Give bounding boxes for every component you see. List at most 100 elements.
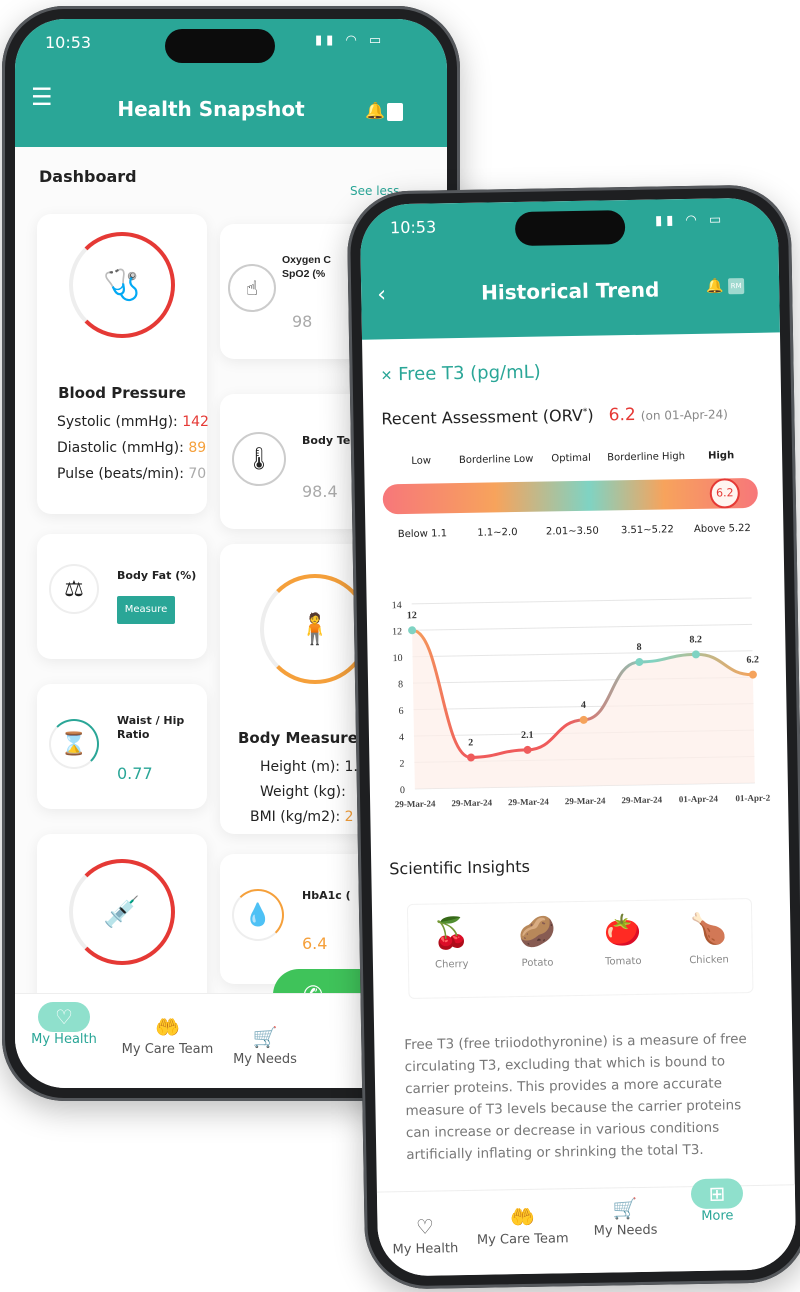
y-tick-label: 12 (392, 626, 402, 637)
test-title: ✕ Free T3 (pg/mL) (380, 361, 541, 386)
range-bar: 6.2 (382, 477, 759, 515)
heart-icon: ♡ (38, 1002, 90, 1032)
oxygen-value: 98 (292, 312, 313, 331)
label: Weight (kg): (260, 784, 346, 800)
nav-my-needs[interactable]: 🛒 My Needs (585, 1193, 666, 1239)
systolic-value: 142 (182, 414, 209, 430)
range-value: 1.1~2.0 (477, 527, 518, 539)
waist-hip-card[interactable]: ⌛ Waist / Hip Ratio 0.77 (37, 684, 207, 809)
trend-chart: 0 2 4 6 8 10 12 14 12 29-Mar-24 2 29-Mar-24 2.1 29-Ma… (392, 597, 770, 809)
nav-my-care-team[interactable]: 🤲 My Care Team (472, 1201, 573, 1248)
range-value: 2.01~3.50 (545, 525, 599, 538)
nav-label: My Health (31, 1032, 97, 1047)
nav-label: My Care Team (476, 1231, 569, 1248)
y-tick-label: 6 (398, 706, 403, 717)
data-label: 2.1 (521, 730, 534, 741)
nav-label: My Health (392, 1241, 459, 1258)
y-tick-label: 10 (393, 653, 403, 664)
y-tick-label: 14 (392, 600, 402, 611)
avatar[interactable] (387, 103, 403, 121)
range-name: Optimal (551, 452, 592, 465)
data-label: 4 (581, 700, 586, 711)
range-value: Above 5.22 (693, 522, 751, 535)
avatar[interactable]: RM (728, 278, 745, 295)
diastolic-value: 89 (188, 440, 207, 456)
data-label: 2 (468, 737, 473, 748)
bmi-line: BMI (kg/m2): 2 (250, 809, 354, 825)
food-item[interactable]: 🥔 Potato (502, 902, 574, 996)
food-item[interactable]: 🍗 Chicken (673, 899, 745, 993)
weight-line: Weight (kg): (260, 784, 346, 800)
bell-icon[interactable]: 🔔 (365, 101, 385, 120)
range-value: 3.51~5.22 (620, 524, 674, 537)
cart-icon: 🛒 (252, 1025, 278, 1049)
label: Diastolic (mmHg): (57, 440, 189, 456)
description: Free T3 (free triiodothyronine) is a mea… (404, 1031, 747, 1164)
care-team-icon: 🤲 (509, 1204, 536, 1230)
pulse-line: Pulse (beats/min): 70 (57, 466, 206, 482)
nav-label: My Needs (593, 1222, 658, 1239)
x-tick-label: 29-Mar-24 (565, 796, 606, 807)
assessment-close: ) (587, 405, 594, 425)
nav-my-health[interactable]: ♡ My Health (29, 1002, 99, 1047)
label: Systolic (mmHg): (57, 414, 183, 430)
waist-hip-value: 0.77 (117, 764, 153, 783)
y-tick-label: 2 (399, 759, 404, 770)
cart-icon: 🛒 (612, 1196, 638, 1221)
assessment-date: (on 01-Apr-24) (640, 407, 729, 423)
glucometer-icon: 💉 (69, 859, 175, 965)
x-tick-label: 29-Mar-24 (621, 795, 662, 806)
systolic-line: Systolic (mmHg): 142 (57, 414, 209, 430)
range-marker: 6.2 (709, 478, 741, 509)
nav-my-health[interactable]: ♡ My Health (387, 1211, 463, 1258)
test-name: Free T3 (pg/mL) (397, 361, 541, 386)
label: Height (m): (260, 759, 345, 775)
food-item[interactable]: 🍒 Cherry (416, 904, 488, 998)
blood-pressure-icon: 🩺 (69, 232, 175, 338)
glucose-card[interactable]: 💉 (37, 834, 207, 1014)
care-team-icon: 🤲 (155, 1015, 180, 1039)
body-fat-card[interactable]: ⚖ Body Fat (%) Measure (37, 534, 207, 659)
x-tick-label: 29-Mar-24 (395, 798, 436, 809)
nav-label: More (701, 1208, 734, 1224)
gridline (412, 623, 753, 631)
food-name: Potato (521, 957, 554, 970)
scale-icon: ⚖ (49, 564, 99, 614)
virus-icon: ✕ (380, 368, 393, 385)
assessment-value: 6.2 (608, 404, 636, 426)
hba1c-value: 6.4 (302, 934, 328, 953)
y-tick-label: 4 (399, 732, 404, 743)
card-title: Oxygen C SpO2 (% (282, 254, 332, 280)
status-time: 10:53 (45, 33, 92, 52)
cherry-icon: 🍒 (432, 915, 471, 952)
bell-icon[interactable]: 🔔 (706, 278, 724, 294)
nav-my-care-team[interactable]: 🤲 My Care Team (120, 1012, 215, 1057)
x-tick-label: 29-Mar-24 (508, 797, 549, 808)
card-title: Body Fat (%) (117, 569, 197, 582)
card-title: HbA1c ( (302, 889, 351, 902)
finger-oximeter-icon: ☝ (228, 264, 276, 312)
status-time: 10:53 (389, 217, 437, 238)
range-name: Low (411, 455, 432, 467)
bottom-nav: ♡ My Health 🤲 My Care Team 🛒 My Needs ⊞ More (376, 1178, 797, 1277)
food-item[interactable]: 🍅 Tomato (587, 901, 659, 995)
nav-label: My Needs (233, 1052, 297, 1067)
recent-assessment: Recent Assessment (ORV*) 6.2 (on 01-Apr-… (381, 403, 728, 429)
card-title: Body Measure (238, 729, 358, 747)
app-header: 10:53 ▮▮ ◠ ▭ ☰ Health Snapshot 🔔 (15, 19, 447, 147)
dashboard-title: Dashboard (39, 167, 137, 186)
diastolic-line: Diastolic (mmHg): 89 (57, 440, 206, 456)
heart-icon: ♡ (415, 1214, 435, 1239)
blood-pressure-card[interactable]: 🩺 Blood Pressure Systolic (mmHg): 142 Di… (37, 214, 209, 514)
nav-my-needs[interactable]: 🛒 My Needs (230, 1022, 300, 1067)
height-line: Height (m): 1. (260, 759, 358, 775)
card-title: Waist / Hip Ratio (117, 714, 185, 742)
range-value: Below 1.1 (397, 528, 448, 541)
x-tick-label: 01-Apr-24 (679, 794, 719, 805)
chicken-icon: 🍗 (689, 911, 728, 948)
gridline (411, 597, 752, 605)
nav-more[interactable]: ⊞ More (682, 1178, 753, 1224)
nav-label: My Care Team (121, 1042, 214, 1057)
measure-button[interactable]: Measure (117, 596, 175, 624)
range-name: Borderline Low (458, 453, 534, 467)
